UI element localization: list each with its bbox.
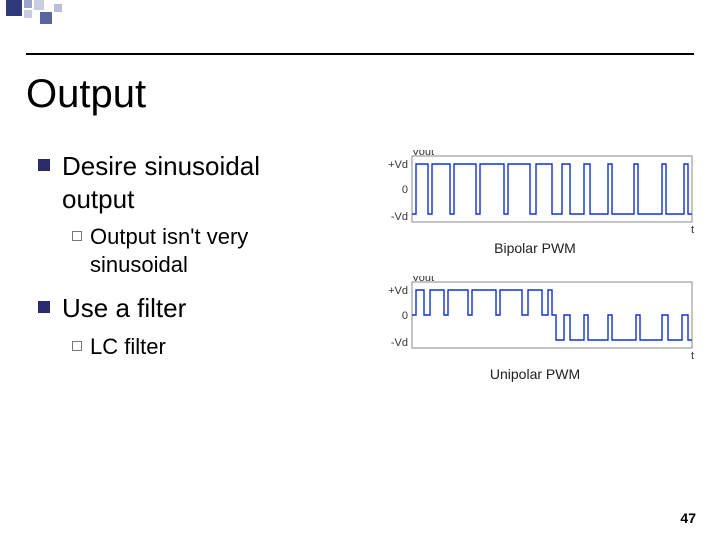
bullet-list: Desire sinusoidal output Output isn't ve… [38,150,338,374]
svg-text:t: t [691,224,694,236]
list-subitem: Output isn't very sinusoidal [72,223,338,278]
ytick: 0 [402,184,408,196]
list-subitem-text: LC filter [90,333,166,361]
figure-caption: Unipolar PWM [370,366,700,382]
ytick: -Vd [391,211,408,223]
bullet-square-icon [38,159,50,171]
svg-text:Vout: Vout [412,276,434,284]
slide-title: Output [26,72,146,117]
slide-template-decoration [0,0,720,24]
bullet-square-icon [38,301,50,313]
list-item-text: Use a filter [62,292,186,325]
page-number: 47 [680,510,696,526]
axis-label-y: Vout [412,150,434,158]
bullet-hollow-square-icon [72,231,82,241]
title-underline [26,53,694,55]
ytick: +Vd [388,285,408,297]
svg-text:t: t [691,350,694,362]
list-subitem: LC filter [72,333,338,361]
list-item: Use a filter [38,292,338,325]
figure-bipolar-pwm: Vout +Vd 0 -Vd t Bipolar PWM [370,150,700,246]
list-subitem-text: Output isn't very sinusoidal [90,223,338,278]
list-item: Desire sinusoidal output [38,150,338,215]
figures-panel: Vout +Vd 0 -Vd t Bipolar PWM Vout +Vd 0 … [370,150,700,402]
ytick: +Vd [388,159,408,171]
ytick: -Vd [391,337,408,349]
figure-unipolar-pwm: Vout +Vd 0 -Vd t Unipolar PWM [370,276,700,372]
ytick: 0 [402,310,408,322]
list-item-text: Desire sinusoidal output [62,150,338,215]
bullet-hollow-square-icon [72,341,82,351]
figure-caption: Bipolar PWM [370,240,700,256]
